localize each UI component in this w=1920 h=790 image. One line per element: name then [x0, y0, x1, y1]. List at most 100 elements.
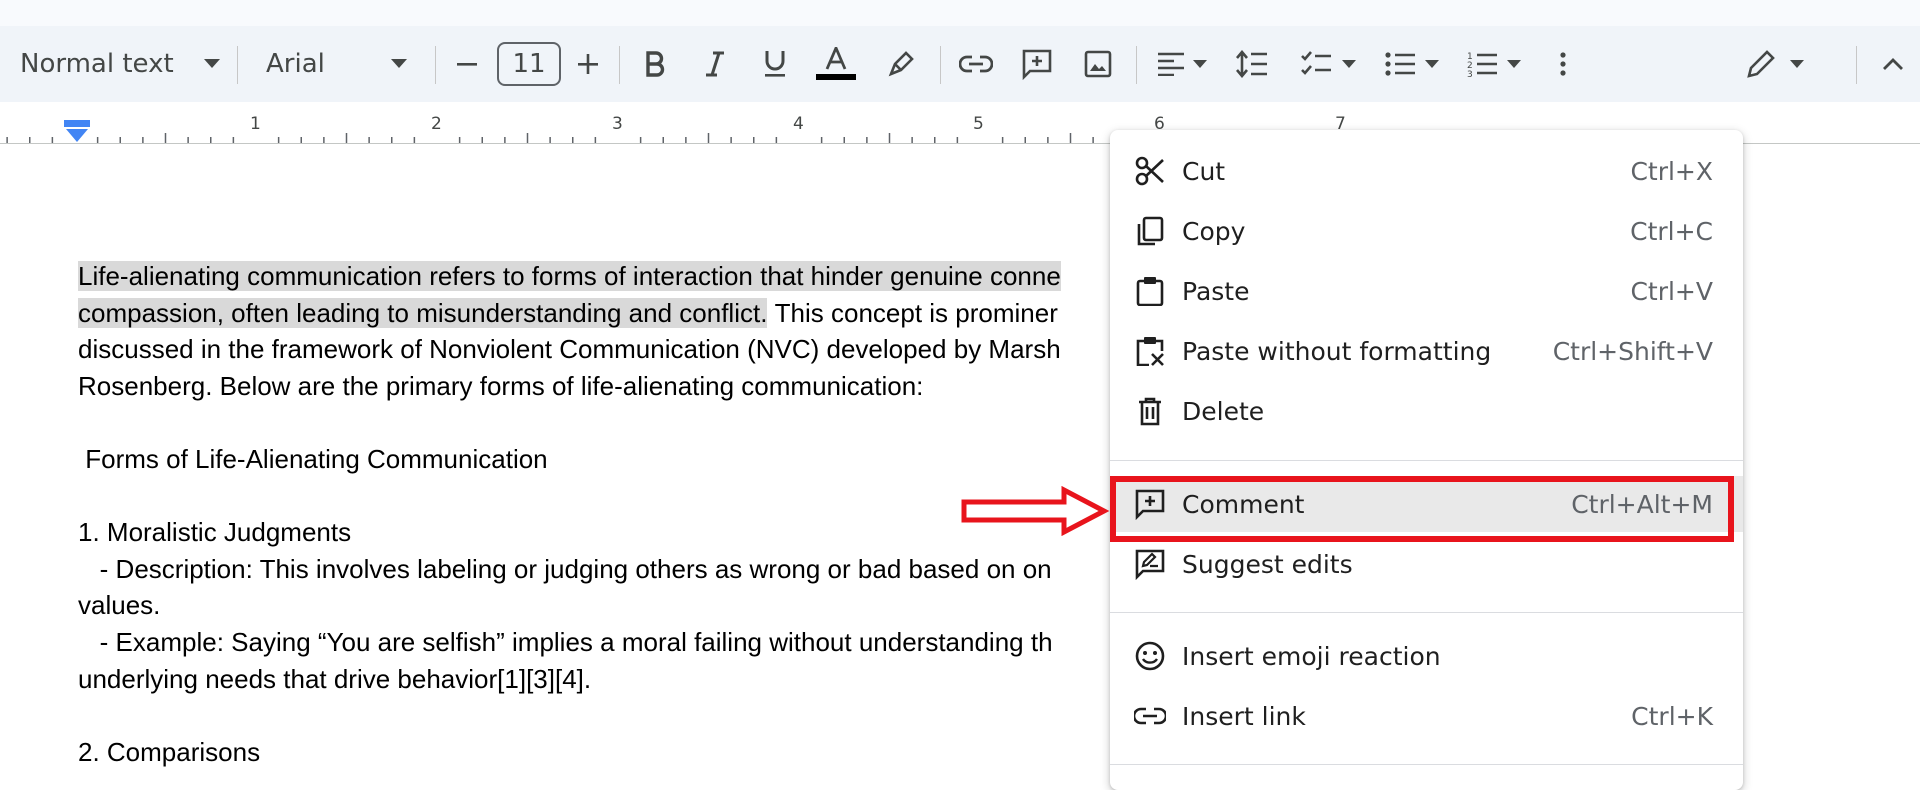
text-color-button[interactable] [816, 26, 856, 102]
menu-divider [1110, 612, 1743, 613]
document-text: discussed in the framework of Nonviolent… [78, 334, 1061, 365]
menu-item-label: Paste without formatting [1182, 336, 1492, 366]
ruler-number: 2 [431, 114, 442, 134]
bold-icon [646, 51, 665, 77]
menu-item-insert-link[interactable]: Insert link Ctrl+K [1110, 688, 1743, 744]
plus-icon [578, 54, 598, 74]
style-select[interactable]: Normal text [20, 26, 220, 102]
toolbar-divider [619, 46, 620, 84]
menu-item-shortcut: Ctrl+Shift+V [1552, 336, 1713, 366]
font-select[interactable]: Arial [266, 26, 407, 102]
document-text: - Example: Saying “You are selfish” impl… [78, 626, 1053, 657]
decrease-font-size-button[interactable] [452, 26, 482, 102]
italic-button[interactable] [700, 26, 730, 102]
document-line: compassion, often leading to misundersta… [78, 295, 1118, 332]
toolbar-divider [1856, 46, 1857, 84]
insert-image-button[interactable] [1082, 26, 1114, 102]
italic-icon [706, 51, 724, 77]
selected-text: Life-alienating communication refers to … [78, 261, 1061, 291]
bulleted-list-icon [1385, 52, 1415, 76]
document-line: Forms of Life-Alienating Communication [78, 441, 1118, 478]
menu-item-shortcut: Ctrl+K [1631, 701, 1713, 731]
insert-link-button[interactable] [958, 26, 994, 102]
align-left-icon [1158, 52, 1184, 76]
formatting-toolbar: Normal text Arial 11 1 2 3 [0, 26, 1920, 102]
add-comment-icon [1022, 49, 1052, 80]
document-line: discussed in the framework of Nonviolent… [78, 331, 1118, 368]
document-text: Forms of Life-Alienating Communication [78, 443, 548, 474]
chevron-down-icon [390, 59, 407, 68]
checklist-icon [1301, 51, 1331, 75]
trash-icon [1134, 395, 1166, 427]
line-spacing-icon [1236, 50, 1267, 78]
highlighter-icon [888, 51, 914, 77]
menu-item-delete[interactable]: Delete [1110, 383, 1743, 439]
bulleted-list-button[interactable] [1380, 26, 1444, 102]
menu-item-paste[interactable]: Paste Ctrl+V [1110, 263, 1743, 319]
menu-divider [1110, 764, 1743, 765]
toolbar-divider [940, 46, 941, 84]
underline-icon [765, 51, 785, 77]
menu-item-label: Copy [1182, 216, 1246, 246]
increase-font-size-button[interactable] [573, 26, 603, 102]
svg-text:3: 3 [1467, 70, 1473, 78]
checklist-button[interactable] [1296, 26, 1360, 102]
clipboard-clear-icon [1134, 335, 1166, 367]
toolbar-divider [435, 46, 436, 84]
underline-button[interactable] [760, 26, 790, 102]
chevron-down-icon [1790, 59, 1804, 68]
menu-item-insert-emoji-reaction[interactable]: Insert emoji reaction [1110, 628, 1743, 684]
indent-marker-icon[interactable] [64, 120, 90, 144]
document-line: Life-alienating communication refers to … [78, 258, 1118, 295]
align-button[interactable] [1152, 26, 1212, 102]
menu-item-label: Suggest edits [1182, 549, 1353, 579]
menu-item-paste-without-formatting[interactable]: Paste without formatting Ctrl+Shift+V [1110, 323, 1743, 379]
bold-button[interactable] [640, 26, 670, 102]
document-line: underlying needs that drive behavior[1][… [78, 661, 1118, 698]
add-comment-button[interactable] [1020, 26, 1054, 102]
menu-item-cut[interactable]: Cut Ctrl+X [1110, 143, 1743, 199]
document-line: Rosenberg. Below are the primary forms o… [78, 368, 1118, 405]
font-size-input[interactable]: 11 [497, 42, 561, 86]
emoji-icon [1134, 640, 1166, 672]
text-color-icon [816, 47, 856, 80]
pencil-icon [1747, 50, 1775, 78]
annotation-highlight-box [1110, 476, 1734, 542]
numbered-list-button[interactable]: 123 [1462, 26, 1526, 102]
highlight-color-button[interactable] [886, 26, 916, 102]
document-line: values. [78, 587, 1118, 624]
annotation-arrow-icon [961, 486, 1110, 536]
ruler-number: 3 [612, 114, 623, 134]
menu-item-shortcut: Ctrl+C [1630, 216, 1713, 246]
image-icon [1084, 50, 1112, 78]
document-line: - Example: Saying “You are selfish” impl… [78, 624, 1118, 661]
menu-item-shortcut: Ctrl+X [1630, 156, 1713, 186]
chevron-down-icon [1342, 59, 1356, 68]
menu-item-label: Insert emoji reaction [1182, 641, 1441, 671]
menu-item-suggest-edits[interactable]: Suggest edits [1110, 536, 1743, 592]
document-text: values. [78, 590, 161, 621]
chevron-down-icon [203, 59, 220, 68]
context-menu: Cut Ctrl+X Copy Ctrl+C Paste Ctrl+V Past… [1110, 130, 1743, 790]
more-options-button[interactable] [1554, 26, 1572, 102]
ruler-number: 4 [793, 114, 804, 134]
document-text: - Description: This involves labeling or… [78, 553, 1052, 584]
editing-mode-button[interactable] [1740, 26, 1810, 102]
hide-menus-button[interactable] [1878, 26, 1908, 102]
ruler-number: 5 [973, 114, 984, 134]
menu-divider [1110, 460, 1743, 461]
chevron-down-icon [1193, 59, 1207, 68]
top-strip [0, 0, 1920, 26]
document-text: This concept is prominer [767, 297, 1058, 328]
menu-item-copy[interactable]: Copy Ctrl+C [1110, 203, 1743, 259]
chevron-down-icon [1507, 59, 1521, 68]
menu-item-shortcut: Ctrl+V [1630, 276, 1713, 306]
document-text: underlying needs that drive behavior[1][… [78, 663, 592, 694]
menu-item-label: Paste [1182, 276, 1250, 306]
document-text: 2. Comparisons [78, 736, 261, 767]
document-line: 2. Comparisons [78, 734, 1118, 771]
menu-item-label: Cut [1182, 156, 1226, 186]
line-spacing-button[interactable] [1234, 26, 1270, 102]
document-line [78, 404, 1118, 441]
chevron-down-icon [1425, 59, 1439, 68]
